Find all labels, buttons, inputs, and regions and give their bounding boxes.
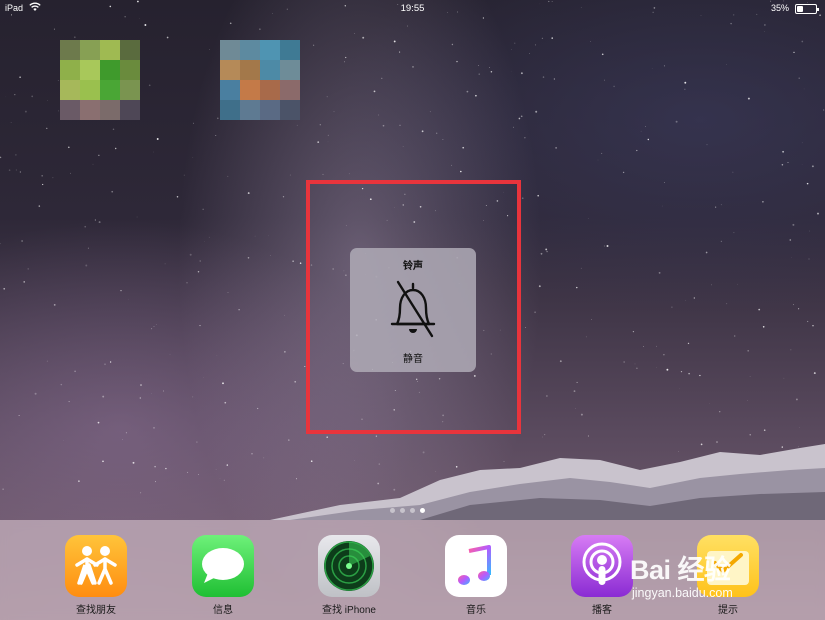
dock-item-music[interactable]: 音乐: [436, 535, 516, 616]
podcasts-icon[interactable]: [571, 535, 633, 597]
battery-percentage: 35%: [770, 3, 789, 13]
page-dot: [410, 508, 415, 513]
ringer-hud: 铃声 静音: [350, 248, 476, 372]
status-bar: iPad 19:55 35%: [0, 0, 825, 18]
dock-item-messages[interactable]: 信息: [183, 535, 263, 616]
messages-icon[interactable]: [192, 535, 254, 597]
app-label: 信息: [213, 605, 233, 616]
dock-item-find-friends[interactable]: 查找朋友: [56, 535, 136, 616]
dock-item-find-iphone[interactable]: 查找 iPhone: [309, 535, 389, 616]
page-dot: [420, 508, 425, 513]
pixelated-app-icon[interactable]: [220, 40, 300, 120]
app-label: 音乐: [466, 605, 486, 616]
app-label: 查找 iPhone: [322, 605, 376, 616]
pixelated-app-icon[interactable]: [60, 40, 140, 120]
hud-title: 铃声: [403, 261, 423, 272]
watermark-logo: Bai 经验: [630, 555, 731, 585]
bell-slash-icon: [390, 280, 436, 338]
watermark-url: jingyan.baidu.com: [632, 586, 733, 600]
watermark: Bai 经验 jingyan.baidu.com: [630, 548, 820, 608]
find-iphone-icon[interactable]: [318, 535, 380, 597]
find-friends-icon[interactable]: [65, 535, 127, 597]
music-icon[interactable]: [445, 535, 507, 597]
page-indicator[interactable]: [390, 508, 425, 513]
app-label: 查找朋友: [76, 605, 116, 616]
page-dot: [400, 508, 405, 513]
battery-icon: [795, 4, 819, 14]
clock: 19:55: [400, 3, 425, 14]
page-dot: [390, 508, 395, 513]
hud-subtitle: 静音: [403, 354, 423, 365]
